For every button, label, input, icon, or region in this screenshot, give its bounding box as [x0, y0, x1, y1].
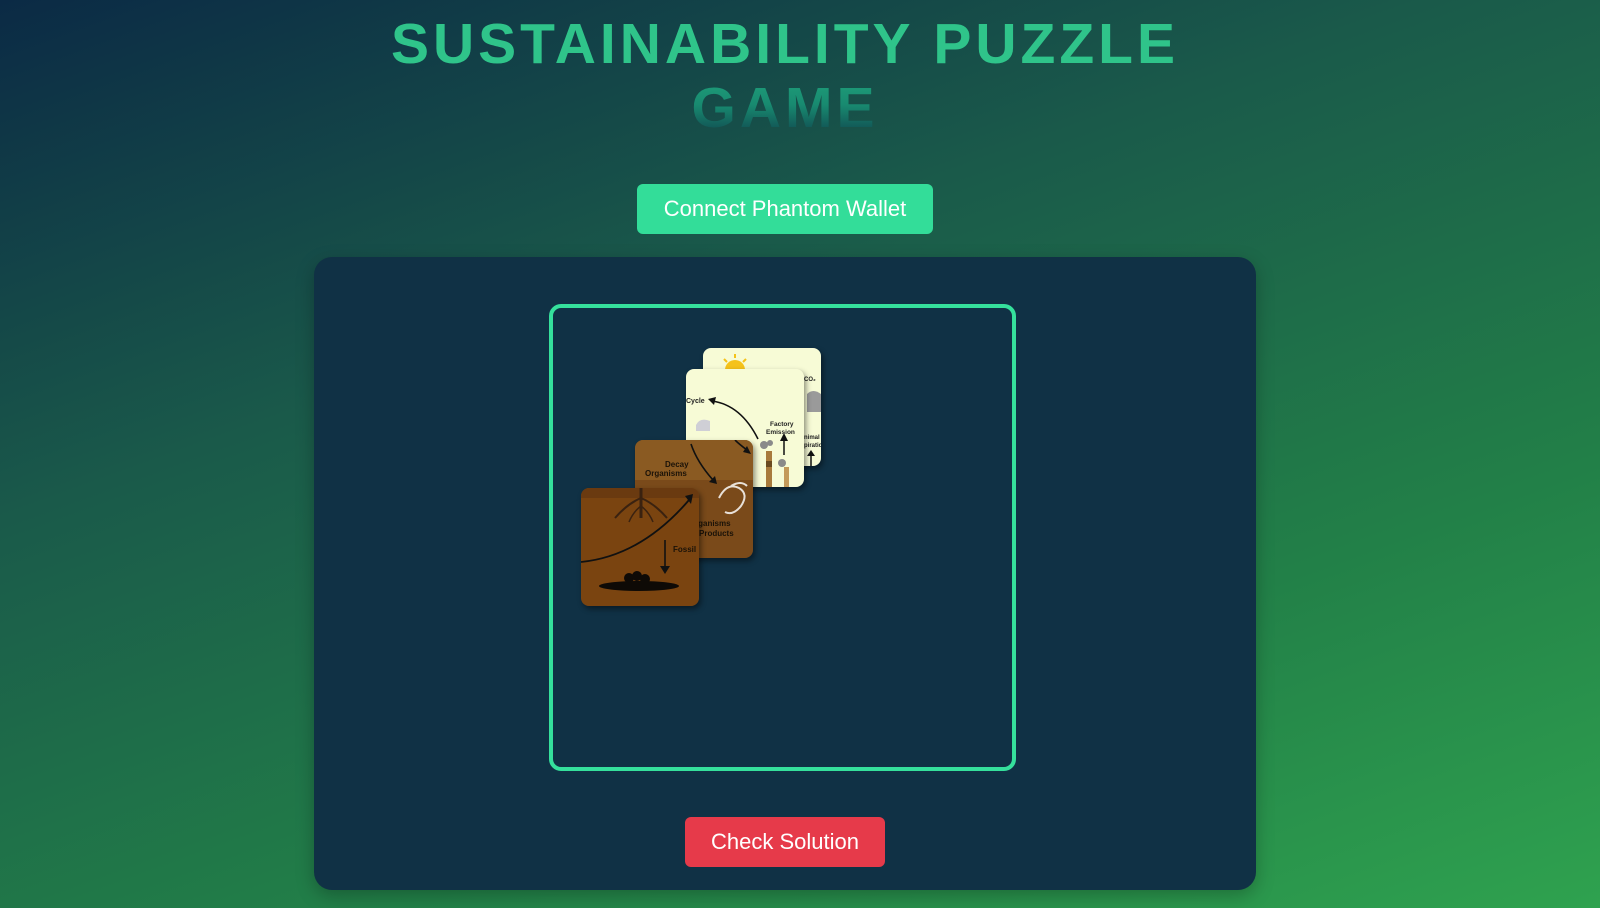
check-solution-button[interactable]: Check Solution [685, 817, 885, 867]
connect-wallet-button[interactable]: Connect Phantom Wallet [637, 184, 933, 234]
piece-label: piratio [804, 443, 821, 449]
title-line-2: GAME [0, 76, 1570, 140]
page-title: SUSTAINABILITY PUZZLE GAME [0, 12, 1570, 140]
piece-label: Organisms [645, 469, 687, 478]
piece-label: CO₂ [804, 377, 816, 383]
piece-label: Cycle [686, 398, 705, 405]
piece-label: Fossil [673, 545, 696, 554]
piece-label: Emission [766, 429, 795, 436]
piece-label: Decay [665, 460, 689, 469]
piece-label: Factory [770, 421, 794, 428]
puzzle-piece-fossil[interactable]: Fossil [581, 488, 699, 606]
piece-label: Products [699, 529, 734, 538]
piece-label: rganisms [695, 519, 731, 528]
title-line-1: SUSTAINABILITY PUZZLE [390, 12, 1180, 76]
piece-label: nimal [804, 435, 820, 441]
